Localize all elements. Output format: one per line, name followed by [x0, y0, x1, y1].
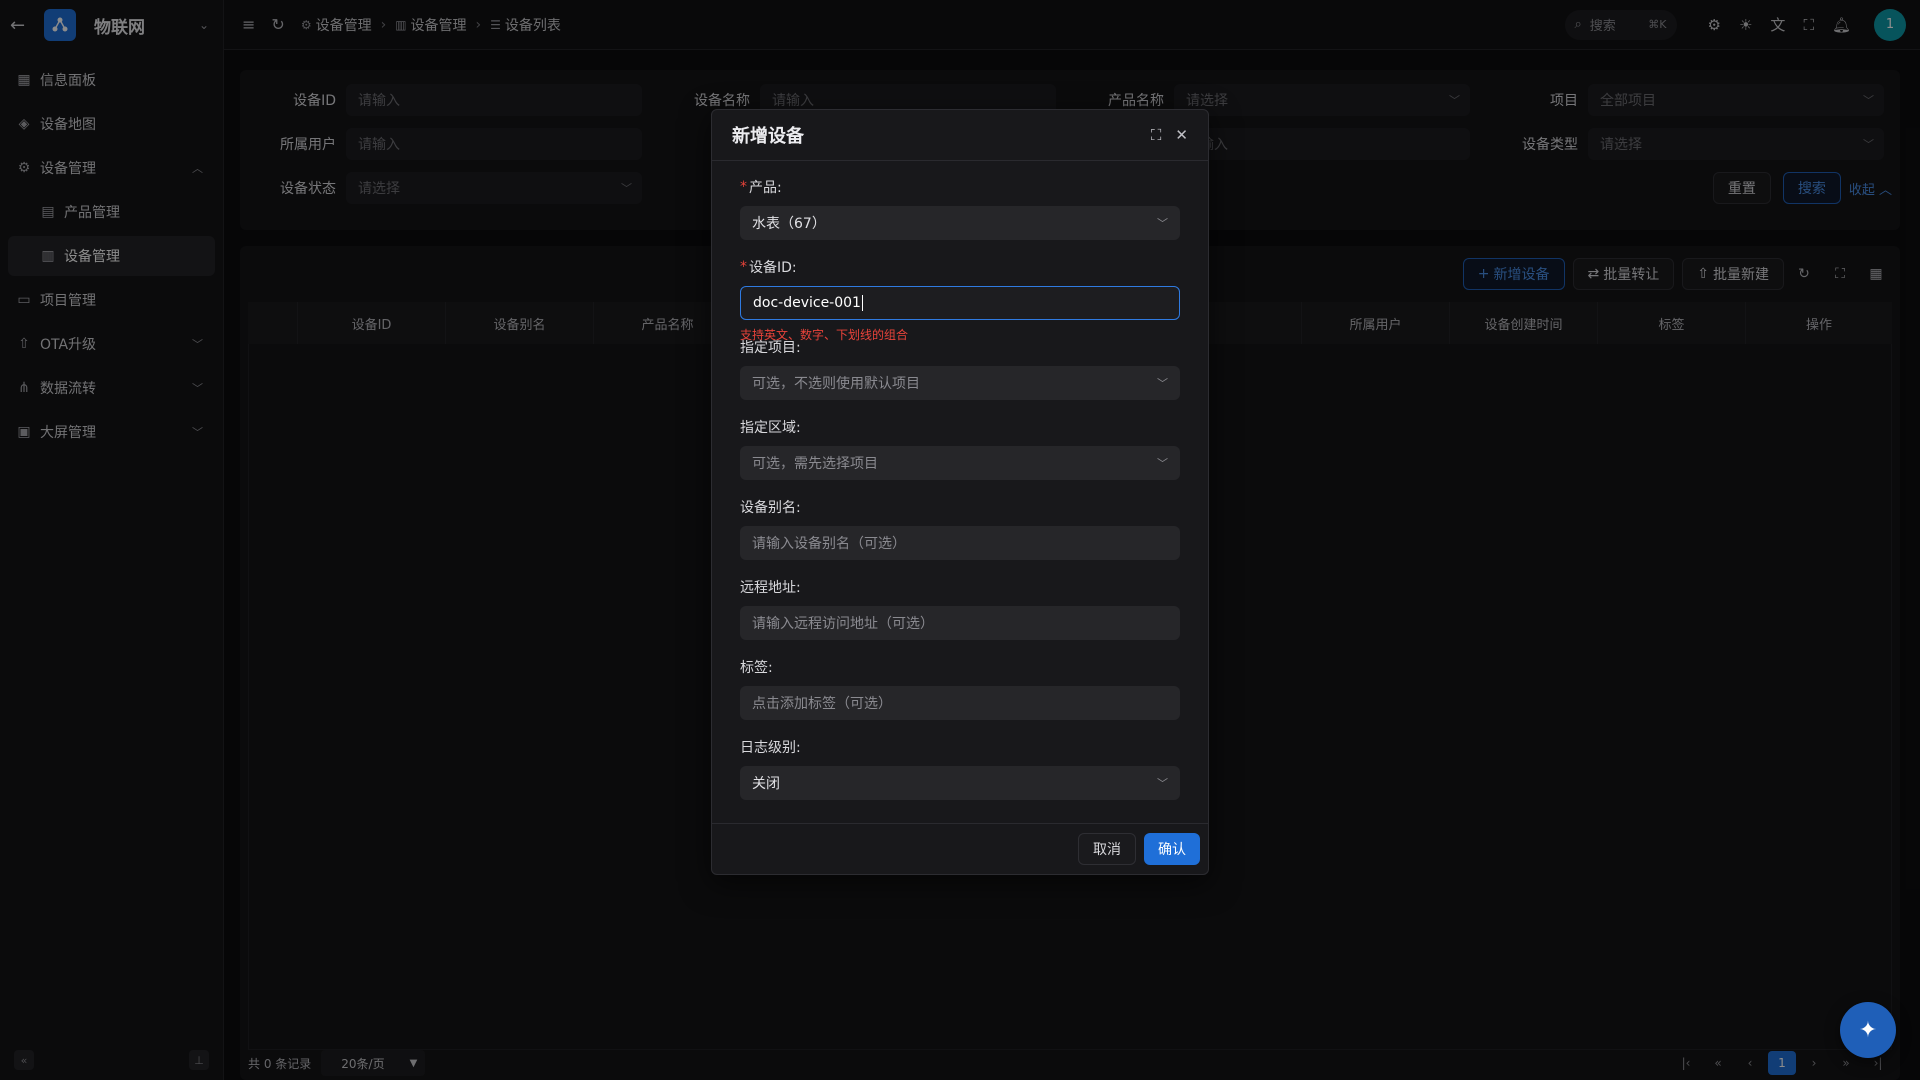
input-value: doc-device-001 — [753, 295, 861, 311]
required-mark: * — [740, 259, 747, 275]
chevron-down-icon: ﹀ — [1157, 377, 1168, 390]
cancel-button[interactable]: 取消 — [1078, 833, 1136, 865]
form-label: * 设备ID: — [740, 255, 1180, 279]
select-placeholder: 可选，需先选择项目 — [752, 456, 878, 472]
form-item-project: 指定项目: 可选，不选则使用默认项目 ﹀ — [740, 335, 1180, 415]
dialog-header: 新增设备 ⛶ ✕ — [712, 110, 1208, 161]
dialog-body: * 产品: 水表（67） ﹀ * 设备ID: doc-device-001 支持英文、… — [712, 161, 1208, 815]
form-item-area: 指定区域: 可选，需先选择项目 ﹀ — [740, 415, 1180, 495]
log-level-select[interactable]: 关闭 ﹀ — [740, 766, 1180, 800]
form-label: 设备别名: — [740, 500, 801, 516]
dialog-footer: 取消 确认 — [712, 823, 1208, 874]
sparkle-icon: ✦ — [1858, 1017, 1878, 1043]
text-caret — [861, 295, 863, 311]
chevron-down-icon: ﹀ — [1157, 457, 1168, 470]
form-item-log-level: 日志级别: 关闭 ﹀ — [740, 735, 1180, 815]
form-label: 日志级别: — [740, 740, 801, 756]
select-placeholder: 可选，不选则使用默认项目 — [752, 376, 920, 392]
select-value: 关闭 — [752, 776, 780, 792]
maximize-icon[interactable]: ⛶ — [1151, 126, 1162, 144]
chevron-down-icon: ﹀ — [1157, 217, 1168, 230]
dialog-title: 新增设备 — [732, 126, 804, 147]
label-text: 设备ID: — [749, 260, 797, 276]
chevron-down-icon: ﹀ — [1157, 777, 1168, 790]
form-item-remote: 远程地址: 请输入远程访问地址（可选） — [740, 575, 1180, 655]
tags-input[interactable]: 点击添加标签（可选） — [740, 686, 1180, 720]
add-device-dialog: 新增设备 ⛶ ✕ * 产品: 水表（67） ﹀ * 设备ID: doc-device-… — [711, 109, 1209, 875]
form-item-alias: 设备别名: 请输入设备别名（可选） — [740, 495, 1180, 575]
area-select[interactable]: 可选，需先选择项目 ﹀ — [740, 446, 1180, 480]
alias-input[interactable]: 请输入设备别名（可选） — [740, 526, 1180, 560]
form-label: 标签: — [740, 660, 773, 676]
ai-assistant-button[interactable]: ✦ — [1840, 1002, 1896, 1058]
form-item-tags: 标签: 点击添加标签（可选） — [740, 655, 1180, 735]
form-item-device-id: * 设备ID: doc-device-001 支持英文、数字、下划线的组合 — [740, 255, 1180, 342]
product-select[interactable]: 水表（67） ﹀ — [740, 206, 1180, 240]
confirm-button[interactable]: 确认 — [1144, 833, 1200, 865]
form-label: 指定区域: — [740, 420, 801, 436]
form-item-product: * 产品: 水表（67） ﹀ — [740, 175, 1180, 255]
form-label: * 产品: — [740, 175, 1180, 199]
select-value: 水表（67） — [752, 216, 826, 232]
label-text: 产品: — [749, 180, 782, 196]
form-label: 远程地址: — [740, 580, 801, 596]
project-select[interactable]: 可选，不选则使用默认项目 ﹀ — [740, 366, 1180, 400]
close-icon[interactable]: ✕ — [1175, 126, 1188, 144]
remote-address-input[interactable]: 请输入远程访问地址（可选） — [740, 606, 1180, 640]
required-mark: * — [740, 179, 747, 195]
device-id-field[interactable]: doc-device-001 — [740, 286, 1180, 320]
